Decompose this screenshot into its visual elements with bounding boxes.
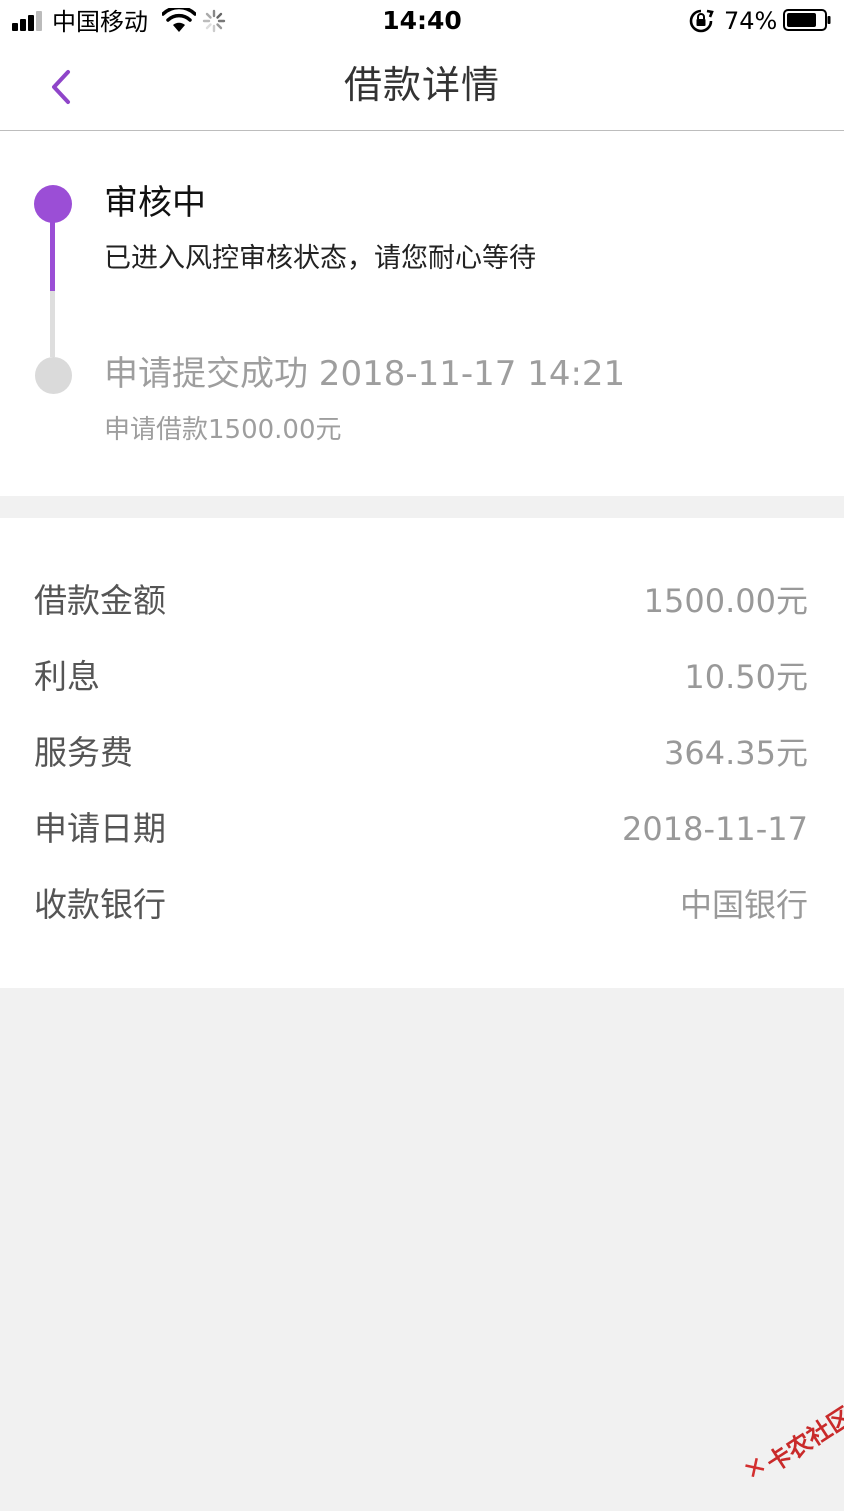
loan-progress-timeline: 审核中 已进入风控审核状态，请您耐心等待 申请提交成功 2018-11-17 1… bbox=[0, 131, 844, 496]
detail-row-bank: 收款银行 中国银行 bbox=[0, 868, 844, 944]
watermark-logo: ✕ 卡农社区 bbox=[726, 1389, 844, 1511]
detail-row-amount: 借款金额 1500.00元 bbox=[0, 564, 844, 640]
battery-icon bbox=[783, 9, 831, 31]
rotation-lock-icon bbox=[689, 9, 714, 33]
loan-details-list: 借款金额 1500.00元 利息 10.50元 服务费 364.35元 申请日期… bbox=[0, 518, 844, 988]
detail-label: 服务费 bbox=[34, 733, 133, 772]
completed-step-dot bbox=[35, 357, 72, 394]
detail-label: 利息 bbox=[34, 657, 100, 696]
status-bar: 中国移动 14:40 74% bbox=[0, 0, 844, 44]
active-step-line bbox=[50, 221, 55, 291]
detail-label: 借款金额 bbox=[34, 581, 166, 620]
active-step-dot bbox=[34, 185, 72, 223]
detail-row-apply-date: 申请日期 2018-11-17 bbox=[0, 792, 844, 868]
navigation-bar: 借款详情 bbox=[0, 44, 844, 131]
step-desc-submitted: 申请借款1500.00元 bbox=[104, 415, 342, 445]
step-title-submitted: 申请提交成功 2018-11-17 14:21 bbox=[104, 354, 626, 394]
detail-label: 收款银行 bbox=[34, 885, 166, 924]
detail-value: 1500.00元 bbox=[643, 582, 808, 620]
detail-value: 中国银行 bbox=[679, 886, 808, 924]
page-title: 借款详情 bbox=[343, 63, 500, 107]
detail-value: 364.35元 bbox=[664, 734, 808, 772]
detail-value: 10.50元 bbox=[684, 658, 808, 696]
battery-percentage: 74% bbox=[724, 7, 778, 35]
detail-label: 申请日期 bbox=[34, 809, 166, 848]
detail-row-interest: 利息 10.50元 bbox=[0, 640, 844, 716]
step-desc-reviewing: 已进入风控审核状态，请您耐心等待 bbox=[104, 243, 536, 274]
step-title-reviewing: 审核中 bbox=[104, 183, 206, 223]
detail-value: 2018-11-17 bbox=[622, 810, 808, 848]
detail-row-service-fee: 服务费 364.35元 bbox=[0, 716, 844, 792]
status-time: 14:40 bbox=[382, 6, 462, 35]
watermark-text: 卡农社区 bbox=[761, 1401, 844, 1478]
inactive-step-line bbox=[50, 291, 55, 357]
